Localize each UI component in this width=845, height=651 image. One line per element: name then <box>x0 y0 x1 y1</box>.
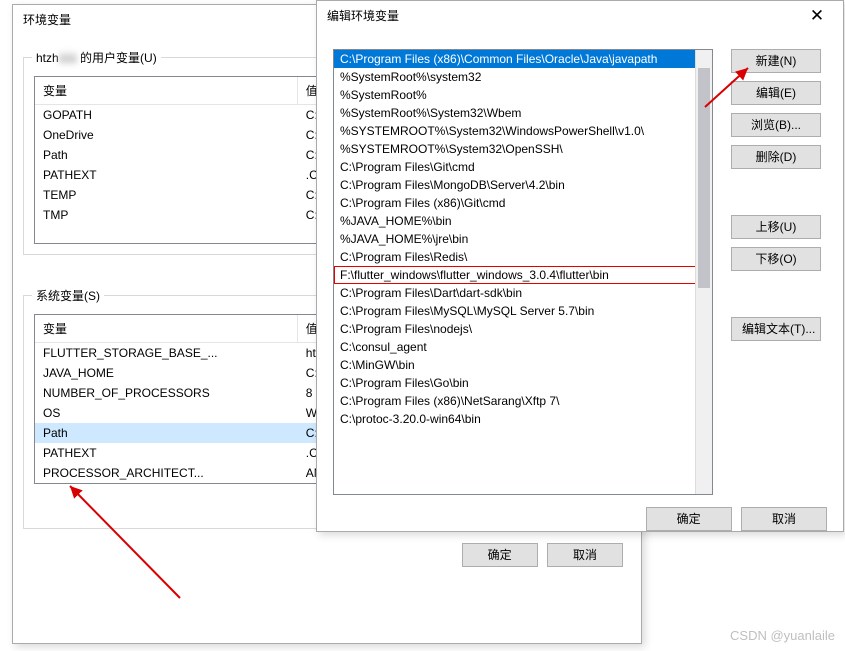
list-item[interactable]: C:\Program Files\Redis\ <box>334 248 712 266</box>
watermark: CSDN @yuanlaile <box>730 628 835 643</box>
var-name: OS <box>35 404 298 422</box>
sys-col-var[interactable]: 变量 <box>35 315 298 342</box>
dlg2-ok-button[interactable]: 确定 <box>646 507 732 531</box>
edit-path-dialog: 编辑环境变量 ✕ C:\Program Files (x86)\Common F… <box>316 0 844 532</box>
list-item[interactable]: %SYSTEMROOT%\System32\WindowsPowerShell\… <box>334 122 712 140</box>
list-item[interactable]: C:\consul_agent <box>334 338 712 356</box>
dlg2-titlebar: 编辑环境变量 ✕ <box>317 1 843 31</box>
list-item[interactable]: C:\Program Files\MongoDB\Server\4.2\bin <box>334 176 712 194</box>
var-name: FLUTTER_STORAGE_BASE_... <box>35 344 298 362</box>
var-name: TMP <box>35 206 298 224</box>
list-item[interactable]: F:\flutter_windows\flutter_windows_3.0.4… <box>334 266 712 284</box>
new-button[interactable]: 新建(N) <box>731 49 821 73</box>
scrollbar[interactable] <box>695 50 712 494</box>
delete-button[interactable]: 删除(D) <box>731 145 821 169</box>
dlg1-ok-button[interactable]: 确定 <box>462 543 538 567</box>
edit-button[interactable]: 编辑(E) <box>731 81 821 105</box>
list-item[interactable]: C:\MinGW\bin <box>334 356 712 374</box>
list-item[interactable]: %SystemRoot% <box>334 86 712 104</box>
edit-text-button[interactable]: 编辑文本(T)... <box>731 317 821 341</box>
blurred-username: xxx <box>59 51 77 65</box>
list-item[interactable]: %SystemRoot%\System32\Wbem <box>334 104 712 122</box>
list-item[interactable]: %JAVA_HOME%\jre\bin <box>334 230 712 248</box>
browse-button[interactable]: 浏览(B)... <box>731 113 821 137</box>
list-item[interactable]: C:\Program Files\MySQL\MySQL Server 5.7\… <box>334 302 712 320</box>
dlg2-cancel-button[interactable]: 取消 <box>741 507 827 531</box>
dlg1-title: 环境变量 <box>23 5 71 35</box>
move-up-button[interactable]: 上移(U) <box>731 215 821 239</box>
var-name: TEMP <box>35 186 298 204</box>
list-item[interactable]: %JAVA_HOME%\bin <box>334 212 712 230</box>
path-listbox[interactable]: C:\Program Files (x86)\Common Files\Orac… <box>333 49 713 495</box>
var-name: PATHEXT <box>35 166 298 184</box>
var-name: OneDrive <box>35 126 298 144</box>
list-item[interactable]: C:\Program Files\Dart\dart-sdk\bin <box>334 284 712 302</box>
list-item[interactable]: C:\Program Files\nodejs\ <box>334 320 712 338</box>
list-item[interactable]: C:\Program Files\Git\cmd <box>334 158 712 176</box>
dlg1-cancel-button[interactable]: 取消 <box>547 543 623 567</box>
move-down-button[interactable]: 下移(O) <box>731 247 821 271</box>
var-name: GOPATH <box>35 106 298 124</box>
var-name: NUMBER_OF_PROCESSORS <box>35 384 298 402</box>
list-item[interactable]: C:\protoc-3.20.0-win64\bin <box>334 410 712 428</box>
list-item[interactable]: C:\Program Files\Go\bin <box>334 374 712 392</box>
var-name: Path <box>35 146 298 164</box>
var-name: JAVA_HOME <box>35 364 298 382</box>
list-item[interactable]: %SYSTEMROOT%\System32\OpenSSH\ <box>334 140 712 158</box>
close-icon[interactable]: ✕ <box>797 2 837 30</box>
var-name: Path <box>35 424 298 442</box>
scroll-thumb[interactable] <box>698 68 710 288</box>
list-item[interactable]: C:\Program Files (x86)\NetSarang\Xftp 7\ <box>334 392 712 410</box>
user-vars-legend: htzhxxx htzh.... 的用户变量(U)的用户变量(U) <box>32 49 161 66</box>
var-name: PATHEXT <box>35 444 298 462</box>
sys-vars-legend: 系统变量(S) <box>32 287 104 304</box>
var-name: PROCESSOR_ARCHITECT... <box>35 464 298 482</box>
list-item[interactable]: %SystemRoot%\system32 <box>334 68 712 86</box>
user-col-var[interactable]: 变量 <box>35 77 298 104</box>
list-item[interactable]: C:\Program Files (x86)\Git\cmd <box>334 194 712 212</box>
list-item[interactable]: C:\Program Files (x86)\Common Files\Orac… <box>334 50 712 68</box>
dlg2-title: 编辑环境变量 <box>327 1 399 31</box>
